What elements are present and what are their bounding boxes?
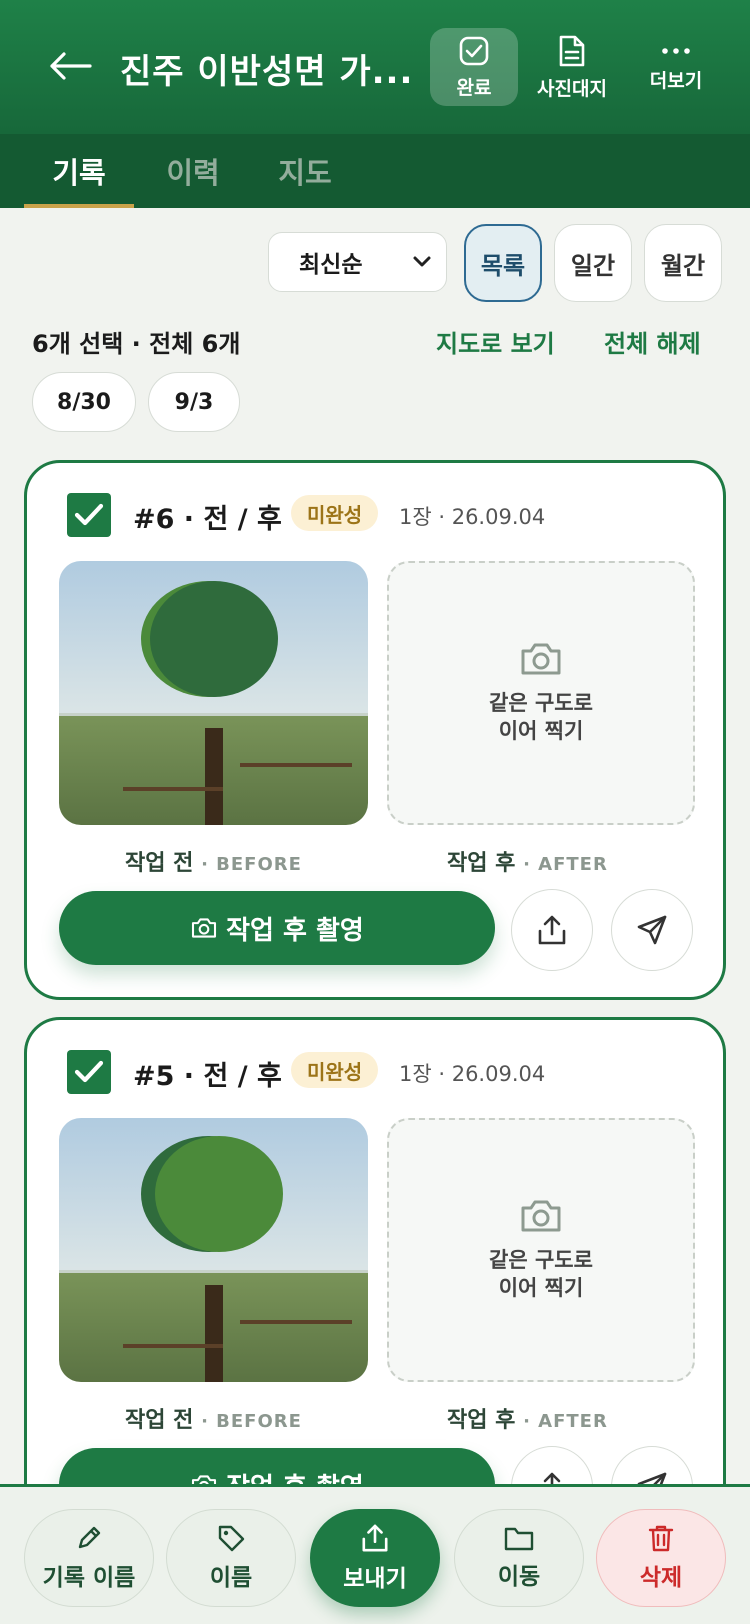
tab-map[interactable]: 지도 xyxy=(250,134,360,208)
card-title: #6 · 전 / 후 xyxy=(133,504,282,535)
more-dots-icon xyxy=(662,47,690,54)
after-photo-placeholder[interactable]: 같은 구도로 이어 찍기 xyxy=(387,1118,695,1382)
before-label: 작업 전 · BEFORE xyxy=(125,845,302,877)
card-title: #5 · 전 / 후 xyxy=(133,1061,282,1092)
check-icon xyxy=(74,1060,104,1083)
date-chip[interactable]: 8/30 xyxy=(32,372,136,432)
camera-icon xyxy=(192,918,217,938)
paper-plane-icon xyxy=(637,915,667,945)
shoot-after-label: 작업 후 촬영 xyxy=(226,915,364,946)
after-photo-placeholder[interactable]: 같은 구도로 이어 찍기 xyxy=(387,561,695,825)
share-button[interactable] xyxy=(511,889,593,971)
after-label: 작업 후 · AFTER xyxy=(447,1402,608,1434)
select-checkbox[interactable] xyxy=(67,1050,111,1094)
shoot-after-button[interactable]: 작업 후 촬영 xyxy=(59,891,495,965)
selection-summary: 6개 선택 · 전체 6개 xyxy=(32,330,241,358)
status-badge: 미완성 xyxy=(291,495,379,531)
after-label-en: · AFTER xyxy=(523,1411,608,1432)
select-checkbox[interactable] xyxy=(67,493,111,537)
card-meta: 1장 · 26.09.04 xyxy=(399,1062,546,1086)
tag-icon xyxy=(218,1525,245,1552)
before-photo[interactable] xyxy=(59,1118,368,1382)
move-label: 이동 xyxy=(497,1564,541,1590)
camera-icon xyxy=(521,643,561,675)
sort-value: 최신순 xyxy=(299,252,363,278)
pencil-icon xyxy=(78,1526,101,1549)
canopy xyxy=(150,581,278,697)
after-label-ko: 작업 후 xyxy=(447,851,516,876)
tab-history[interactable]: 이력 xyxy=(138,134,248,208)
after-label-ko: 작업 후 xyxy=(447,1408,516,1433)
before-photo[interactable] xyxy=(59,561,368,825)
after-hint-line1: 같은 구도로 xyxy=(489,1248,593,1272)
trash-icon xyxy=(648,1525,674,1552)
tree-photo-image xyxy=(59,561,368,825)
chevron-down-icon xyxy=(413,256,431,267)
complete-label: 완료 xyxy=(456,76,492,99)
before-label-en: · BEFORE xyxy=(201,1411,302,1432)
arrow-left-icon xyxy=(50,52,92,80)
active-tab-indicator xyxy=(24,204,134,208)
share-upload-icon xyxy=(538,915,566,945)
sort-select[interactable]: 최신순 xyxy=(268,232,447,292)
after-hint-line1: 같은 구도로 xyxy=(489,691,593,715)
folder-icon xyxy=(504,1527,534,1551)
view-monthly-button[interactable]: 월간 xyxy=(644,224,722,302)
rename-record-label: 기록 이름 xyxy=(42,1565,136,1591)
tab-bar: 기록 이력 지도 xyxy=(0,134,750,208)
before-label: 작업 전 · BEFORE xyxy=(125,1402,302,1434)
check-square-icon xyxy=(459,36,489,65)
move-button[interactable]: 이동 xyxy=(454,1509,584,1607)
back-button[interactable] xyxy=(44,40,96,92)
clear-all-link[interactable]: 전체 해제 xyxy=(604,324,701,359)
after-hint-line2: 이어 찍기 xyxy=(498,719,584,743)
view-on-map-link[interactable]: 지도로 보기 xyxy=(436,324,555,359)
card-meta: 1장 · 26.09.04 xyxy=(399,505,546,529)
date-chip[interactable]: 9/3 xyxy=(148,372,240,432)
before-label-ko: 작업 전 xyxy=(125,1408,194,1433)
after-label-en: · AFTER xyxy=(523,854,608,875)
bottom-action-bar: 기록 이름 이름 보내기 이동 삭제 xyxy=(0,1484,750,1624)
rename-record-button[interactable]: 기록 이름 xyxy=(24,1509,154,1607)
more-label: 더보기 xyxy=(649,69,703,92)
share-upload-icon xyxy=(362,1524,388,1552)
before-label-ko: 작업 전 xyxy=(125,851,194,876)
after-hint-line2: 이어 찍기 xyxy=(498,1276,584,1300)
complete-button[interactable]: 완료 xyxy=(430,28,518,106)
photo-sheet-button[interactable]: 사진대지 xyxy=(528,28,616,106)
photo-sheet-label: 사진대지 xyxy=(537,77,607,100)
record-card: #5 · 전 / 후 미완성 1장 · 26.09.04 같은 구도로 이어 찍… xyxy=(24,1017,726,1557)
export-label: 보내기 xyxy=(343,1566,407,1592)
canopy xyxy=(155,1136,283,1252)
tree-photo-image xyxy=(59,1118,368,1382)
view-daily-button[interactable]: 일간 xyxy=(554,224,632,302)
tab-records[interactable]: 기록 xyxy=(24,134,134,208)
view-list-button[interactable]: 목록 xyxy=(464,224,542,302)
more-button[interactable]: 더보기 xyxy=(628,28,724,106)
document-icon xyxy=(559,35,585,66)
name-button[interactable]: 이름 xyxy=(166,1509,296,1607)
check-icon xyxy=(74,503,104,526)
send-button[interactable] xyxy=(611,889,693,971)
record-card: #6 · 전 / 후 미완성 1장 · 26.09.04 같은 구도로 이어 찍… xyxy=(24,460,726,1000)
page-title: 진주 이반성면 가... xyxy=(120,52,414,92)
name-label: 이름 xyxy=(209,1565,253,1591)
status-badge: 미완성 xyxy=(291,1052,379,1088)
camera-icon xyxy=(521,1200,561,1232)
after-label: 작업 후 · AFTER xyxy=(447,845,608,877)
delete-label: 삭제 xyxy=(639,1565,683,1591)
export-button[interactable]: 보내기 xyxy=(310,1509,440,1607)
before-label-en: · BEFORE xyxy=(201,854,302,875)
app-header: 진주 이반성면 가... 완료 사진대지 더보기 xyxy=(0,0,750,134)
delete-button[interactable]: 삭제 xyxy=(596,1509,726,1607)
